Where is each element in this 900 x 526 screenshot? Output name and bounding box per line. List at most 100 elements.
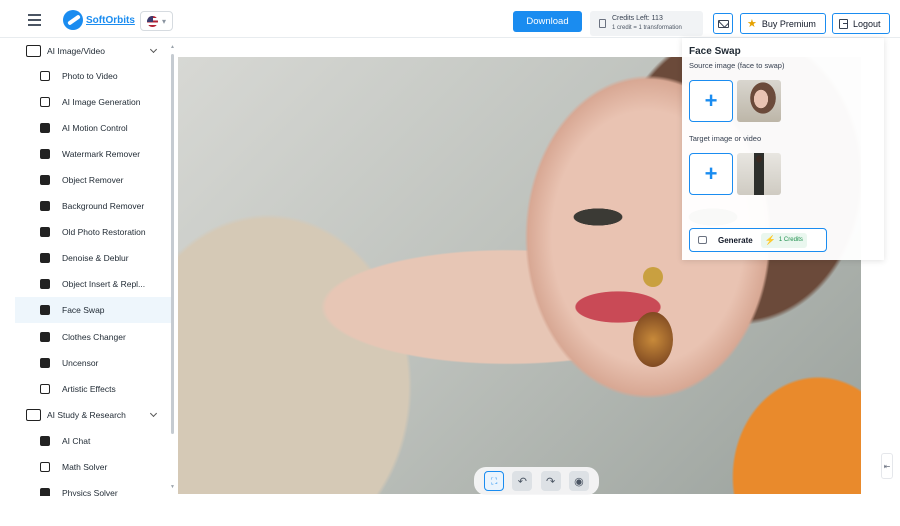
sidebar-item-label: Artistic Effects [62, 384, 116, 394]
chevron-down-icon: ▾ [161, 16, 166, 26]
sidebar-item-ai-image-generation[interactable]: AI Image Generation [15, 89, 172, 115]
top-bar: SoftOrbits ▾ Download Credits Left: 113 … [0, 4, 900, 38]
canvas-photo-detail [633, 267, 673, 377]
menu-icon[interactable] [28, 14, 41, 26]
buy-premium-label: Buy Premium [761, 18, 816, 29]
book-icon [26, 409, 41, 421]
sidebar-nav: AI Image/Video Photo to Video AI Image G… [15, 38, 177, 496]
object-remove-icon [40, 175, 50, 185]
sidebar-item-label: Clothes Changer [62, 332, 126, 342]
credits-rate-text: 1 credit = 1 transformation [612, 25, 682, 31]
face-swap-icon [40, 305, 50, 315]
generate-label: Generate [718, 235, 753, 245]
credits-indicator: Credits Left: 113 1 credit = 1 transform… [590, 11, 703, 36]
clothes-icon [40, 332, 50, 342]
sidebar-item-object-remover[interactable]: Object Remover [15, 167, 172, 193]
sidebar-item-label: Old Photo Restoration [62, 227, 146, 237]
source-label: Source image (face to swap) [689, 61, 785, 70]
object-insert-icon [40, 279, 50, 289]
sidebar-item-uncensor[interactable]: Uncensor [15, 350, 172, 376]
collapse-panel-icon[interactable]: ⇤ [881, 453, 893, 479]
sidebar-item-clothes-changer[interactable]: Clothes Changer [15, 324, 172, 350]
sidebar-item-label: Face Swap [62, 305, 105, 315]
star-icon: ★ [747, 18, 757, 30]
physics-icon [40, 488, 50, 496]
add-target-button[interactable]: + [689, 153, 733, 195]
sidebar-group-ai-image-video[interactable]: AI Image/Video [15, 38, 172, 64]
plus-icon: + [704, 161, 718, 186]
undo-icon[interactable]: ↶ [512, 471, 533, 491]
panel-title: Face Swap [689, 46, 741, 57]
sidebar-item-label: Object Insert & Repl... [62, 279, 146, 289]
motion-icon [40, 123, 50, 133]
sidebar-group-ai-study-research[interactable]: AI Study & Research [15, 402, 172, 428]
lightning-icon: ⚡ [764, 234, 776, 245]
canvas-toolbar: ⛶ ↶ ↷ ◉ [474, 467, 599, 495]
target-thumbnail[interactable] [737, 153, 781, 195]
sidebar-item-artistic-effects[interactable]: Artistic Effects [15, 376, 172, 402]
sidebar-item-label: Uncensor [62, 358, 99, 368]
sidebar-item-math-solver[interactable]: Math Solver [15, 454, 172, 480]
sidebar-item-label: AI Chat [62, 436, 91, 446]
face-swap-panel: Face Swap Source image (face to swap) + … [682, 38, 884, 260]
eye-icon[interactable]: ◉ [568, 471, 589, 491]
brush-icon [40, 384, 50, 394]
eraser-icon [40, 149, 50, 159]
sidebar-item-label: Physics Solver [62, 488, 118, 496]
sidebar-item-face-swap[interactable]: Face Swap [15, 297, 172, 323]
image-generation-icon [40, 97, 50, 107]
download-button[interactable]: Download [513, 11, 582, 32]
source-thumbnail[interactable] [737, 80, 781, 122]
sidebar-item-photo-to-video[interactable]: Photo to Video [15, 63, 172, 89]
sidebar-item-label: AI Image Generation [62, 97, 141, 107]
scroll-down-icon[interactable]: ▼ [170, 484, 175, 490]
sidebar-item-physics-solver[interactable]: Physics Solver [15, 480, 172, 496]
sidebar-item-label: Math Solver [62, 462, 108, 472]
scroll-up-icon[interactable]: ▲ [170, 44, 175, 50]
buy-premium-button[interactable]: ★ Buy Premium [740, 13, 826, 34]
sidebar-item-label: Denoise & Deblur [62, 253, 129, 263]
chevron-down-icon [149, 45, 158, 54]
fit-screen-icon[interactable]: ⛶ [484, 471, 505, 491]
background-remove-icon [40, 201, 50, 211]
sidebar-item-ai-chat[interactable]: AI Chat [15, 428, 172, 454]
math-icon [40, 462, 50, 472]
chevron-down-icon [149, 409, 158, 418]
earring-top [643, 267, 663, 287]
add-source-button[interactable]: + [689, 80, 733, 122]
restoration-icon [40, 227, 50, 237]
generate-icon [698, 236, 707, 244]
plus-icon: + [704, 88, 718, 113]
credits-left-text: Credits Left: 113 [612, 15, 663, 22]
sidebar-item-watermark-remover[interactable]: Watermark Remover [15, 141, 172, 167]
logout-label: Logout [853, 18, 881, 29]
logout-button[interactable]: Logout [832, 13, 890, 34]
scroll-thumb[interactable] [171, 54, 174, 434]
sidebar-item-ai-motion-control[interactable]: AI Motion Control [15, 115, 172, 141]
sidebar-item-background-remover[interactable]: Background Remover [15, 193, 172, 219]
language-select[interactable]: ▾ [140, 11, 173, 31]
video-icon [40, 71, 50, 81]
image-icon [26, 45, 41, 57]
sidebar-item-label: Watermark Remover [62, 149, 141, 159]
sidebar-item-old-photo-restoration[interactable]: Old Photo Restoration [15, 219, 172, 245]
brand-logo[interactable]: SoftOrbits [63, 10, 135, 30]
redo-icon[interactable]: ↷ [540, 471, 561, 491]
us-flag-icon [146, 15, 158, 27]
chat-icon [40, 436, 50, 446]
credits-badge: ⚡ 1 Credits [760, 232, 807, 248]
sidebar-item-denoise-deblur[interactable]: Denoise & Deblur [15, 245, 172, 271]
sidebar-item-label: Photo to Video [62, 71, 118, 81]
sidebar-item-label: Background Remover [62, 201, 145, 211]
earring-drop [633, 312, 673, 367]
brand-name: SoftOrbits [86, 14, 135, 26]
sidebar-scrollbar[interactable]: ▲ ▼ [170, 44, 175, 490]
credits-cost: 1 Credits [778, 237, 803, 243]
logout-icon [839, 18, 848, 29]
sidebar-item-object-insert[interactable]: Object Insert & Repl... [15, 271, 172, 297]
planet-logo-icon [63, 10, 83, 30]
generate-button[interactable]: Generate ⚡ 1 Credits [689, 228, 827, 252]
mail-icon [717, 19, 729, 28]
document-icon [599, 19, 606, 28]
mail-button[interactable] [713, 13, 733, 34]
